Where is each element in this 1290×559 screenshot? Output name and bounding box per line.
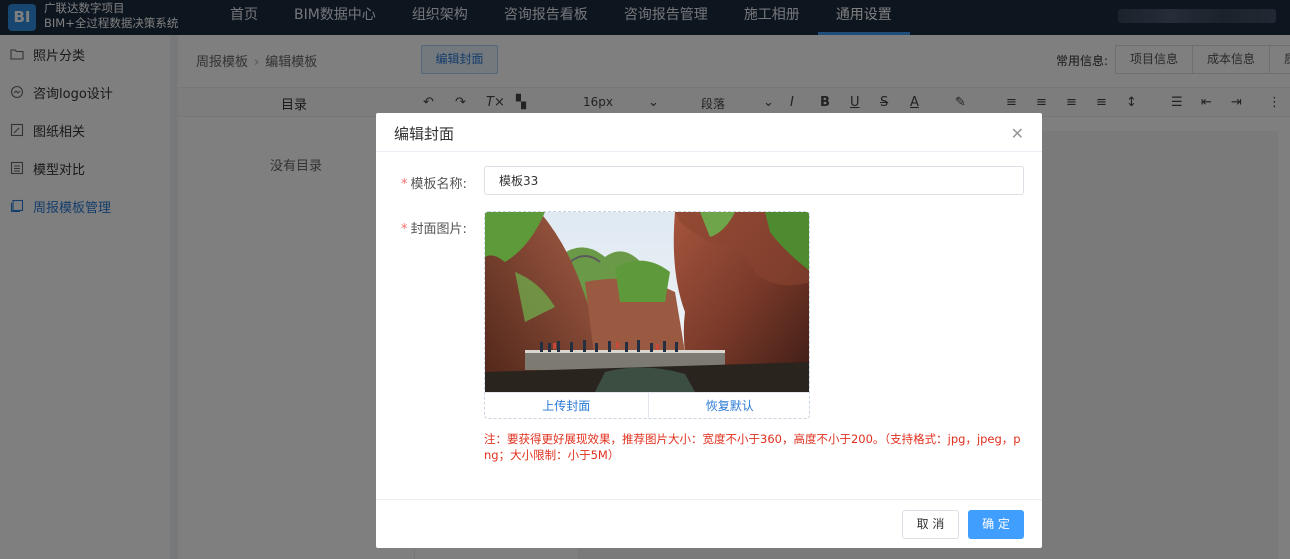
required-star: * [401,177,408,192]
template-name-input[interactable] [484,166,1024,195]
label-text: 封面图片: [410,222,467,237]
cover-actions: 上传封面 恢复默认 [485,392,810,418]
cover-image-uploader: 上传封面 恢复默认 [484,211,810,419]
required-star: * [401,222,408,237]
confirm-button[interactable]: 确 定 [968,510,1024,539]
edit-cover-dialog: 编辑封面 ✕ *模板名称: *封面图片: [376,113,1042,548]
restore-default-button[interactable]: 恢复默认 [647,393,810,418]
template-name-label: * 模板名称: [401,173,467,192]
upload-cover-button[interactable]: 上传封面 [485,393,648,418]
divider [376,499,1042,500]
cover-image-preview [485,212,809,392]
dialog-title: 编辑封面 [394,125,455,143]
cancel-button[interactable]: 取 消 [902,510,959,539]
cover-image-label: * 封面图片: [401,218,467,237]
divider [376,151,1042,152]
close-icon[interactable]: ✕ [1011,124,1024,143]
image-size-note: 注：要获得更好展现效果，推荐图片大小：宽度不小于360，高度不小于200。（支持… [484,432,1021,462]
label-text: 模板名称: [410,177,467,192]
